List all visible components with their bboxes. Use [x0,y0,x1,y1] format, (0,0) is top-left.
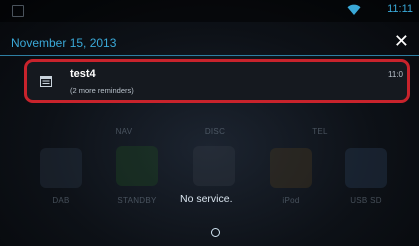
nav-label: NAV [115,127,133,136]
notification-subtitle: (2 more reminders) [70,86,134,95]
home-button[interactable] [211,228,220,237]
status-bar: 11:11 [0,0,419,22]
wifi-icon [347,4,361,15]
dab-icon [40,148,82,188]
standby-label: STANDBY [117,196,157,205]
standby-icon [116,146,158,186]
status-clock: 11:11 [387,3,413,15]
status-message: No service. [180,193,233,205]
usb-sd-icon [345,148,387,188]
ipod-label: iPod [282,196,300,205]
dab-label: DAB [52,196,70,205]
screen: NAV DISC TEL DAB STANDBY iPod USB SD 11:… [0,0,419,246]
close-icon[interactable]: ✕ [394,32,409,50]
notification-date: November 15, 2013 [11,36,117,50]
header-divider [0,55,419,56]
notification-time: 11:0 [388,70,403,79]
calendar-icon [40,76,52,87]
notification-item[interactable]: test4 (2 more reminders) 11:0 [24,59,410,103]
notification-icon [12,5,24,17]
notification-header: November 15, 2013 ✕ [0,30,419,56]
usb-sd-label: USB SD [350,196,382,205]
notification-title: test4 [70,68,96,80]
ipod-icon [270,148,312,188]
disc-label: DISC [204,127,226,136]
tel-label: TEL [312,127,328,136]
grid-icon [193,146,235,186]
